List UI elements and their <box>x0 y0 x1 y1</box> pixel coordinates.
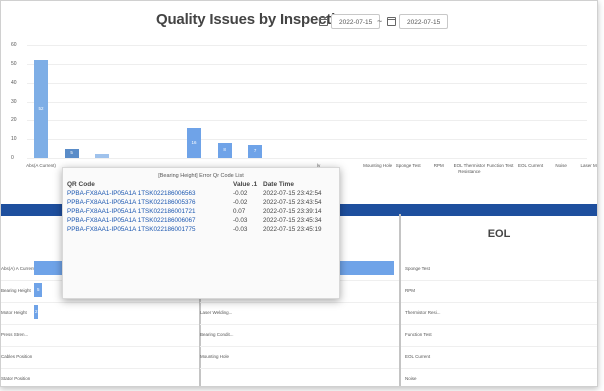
row-label: Noise <box>405 376 417 381</box>
qr-code-link[interactable]: PPBA-FX8AA1-IP05A1A 1TSK022186001775 <box>67 226 195 233</box>
row-label: Thermistor Resi... <box>405 310 441 315</box>
gridline <box>27 120 587 122</box>
panel-row[interactable]: Cables Position <box>1 346 199 369</box>
gridline <box>27 63 587 65</box>
qr-code-link[interactable]: PPBA-FX8AA1-IP05A1A 1TSK022186005376 <box>67 199 195 206</box>
x-category-label: RPM <box>433 163 444 168</box>
row-label: EOL Current <box>405 354 431 359</box>
row-label: Cables Position <box>1 354 33 359</box>
bar-value-label: 8 <box>223 147 226 153</box>
chart-bar[interactable] <box>95 154 110 158</box>
bar-value-label: 7 <box>253 148 257 154</box>
row-label: Bearing Condit... <box>200 332 234 337</box>
qr-value-cell: -0.03 <box>233 226 248 233</box>
date-range-separator: ~ <box>377 16 383 26</box>
panel-row[interactable]: EOL Current <box>401 346 597 369</box>
x-category-label: Laser Mark <box>580 163 597 168</box>
panel-row[interactable]: Laser Welding... <box>200 302 399 325</box>
panel-row[interactable]: Press Stren... <box>1 324 199 347</box>
qr-datetime-cell: 2022-07-15 23:45:19 <box>263 226 322 233</box>
x-category-label: Noise <box>555 163 567 168</box>
panel-row[interactable]: Thermistor Resi... <box>401 302 597 325</box>
panel-row[interactable]: Bearing Condit... <box>200 324 399 347</box>
bar-value-label: 16 <box>191 139 197 145</box>
eol-panel: EOL Sponge Test RPM Thermistor Resi... Func… <box>401 214 597 386</box>
row-label: Press Stren... <box>1 332 29 337</box>
date-from-input[interactable]: 2022-07-15 <box>331 14 381 29</box>
gridline <box>27 158 587 159</box>
qr-datetime-cell: 2022-07-15 23:39:14 <box>263 208 322 215</box>
bar-value-label: 52 <box>38 106 44 112</box>
panel-row[interactable]: Sponge Test <box>401 258 597 281</box>
row-label: Laser Welding... <box>200 310 233 315</box>
eol-panel-title: EOL <box>487 228 511 240</box>
qr-value-cell: -0.02 <box>233 199 248 206</box>
y-tick-label: 30 <box>11 98 17 105</box>
x-category-label: EOL Thermistor Resistance <box>453 163 486 174</box>
panel-row[interactable]: Noise <box>401 368 597 386</box>
row-label: Bearing Height <box>1 288 31 293</box>
panel-row[interactable]: RPM <box>401 280 597 303</box>
modal-title: [Bearing Height] Error Qr Code List <box>158 173 244 179</box>
bar-value-label: 2 <box>35 309 38 314</box>
y-tick-label: 20 <box>11 117 17 124</box>
calendar-icon[interactable] <box>387 17 396 26</box>
y-tick-label: 10 <box>11 136 17 143</box>
panel-row[interactable]: Function Test <box>401 324 597 347</box>
qr-value-cell: 0.07 <box>233 208 246 215</box>
x-category-label: Sponge Test <box>395 163 421 168</box>
header: Quality Issues by Inspection 2022-07-15 … <box>1 7 597 31</box>
bar-value-label: 5 <box>70 150 73 156</box>
gridline <box>27 45 587 46</box>
calendar-icon[interactable] <box>319 17 328 26</box>
dashboard-window: Quality Issues by Inspection 2022-07-15 … <box>0 0 598 387</box>
bar-value-label: 5 <box>37 287 40 292</box>
qr-datetime-cell: 2022-07-15 23:43:54 <box>263 199 322 206</box>
panel-row[interactable]: Motor Height 2 <box>1 302 199 325</box>
column-header-date-time[interactable]: Date Time <box>263 181 294 188</box>
panel-row[interactable]: Mounting Hole <box>200 346 399 369</box>
qr-value-cell: -0.03 <box>233 217 248 224</box>
column-header-qr-code[interactable]: QR Code <box>67 181 95 188</box>
y-tick-label: 60 <box>11 42 17 48</box>
qr-value-cell: -0.02 <box>233 190 248 197</box>
y-tick-label: 40 <box>11 79 17 86</box>
qr-datetime-cell: 2022-07-15 23:42:54 <box>263 190 322 197</box>
panel-row[interactable]: Stator Position <box>1 368 199 386</box>
date-to-input[interactable]: 2022-07-15 <box>399 14 449 29</box>
qr-code-link[interactable]: PPBA-FX8AA1-IP05A1A 1TSK022186006563 <box>67 190 195 197</box>
row-label: RPM <box>405 288 415 293</box>
row-label: Mounting Hole <box>200 354 230 359</box>
y-tick-label: 50 <box>11 60 17 67</box>
gridline <box>27 139 587 141</box>
row-label: Function Test <box>405 332 432 337</box>
qr-code-link[interactable]: PPBA-FX8AA1-IP05A1A 1TSK022186001721 <box>67 208 195 215</box>
x-category-label: Abs(A Current) <box>26 163 56 168</box>
gridline <box>27 101 587 103</box>
row-label: Abs(A) A Current <box>1 266 35 271</box>
qr-code-link[interactable]: PPBA-FX8AA1-IP05A1A 1TSK022186006067 <box>67 217 195 224</box>
x-category-label: EOL Current <box>518 163 544 168</box>
x-category-label: Function Test <box>486 163 514 168</box>
row-label: Stator Position <box>1 376 31 381</box>
row-label: Motor Height <box>1 310 27 315</box>
y-tick-label: 0 <box>11 155 14 161</box>
gridline <box>27 82 587 84</box>
row-label: Sponge Test <box>405 266 430 271</box>
column-header-value[interactable]: Value .1 <box>233 181 257 188</box>
qr-datetime-cell: 2022-07-15 23:45:34 <box>263 217 322 224</box>
error-qr-code-modal[interactable]: [Bearing Height] Error Qr Code List QR C… <box>62 167 340 299</box>
x-category-label: Mounting Hole <box>363 163 393 168</box>
